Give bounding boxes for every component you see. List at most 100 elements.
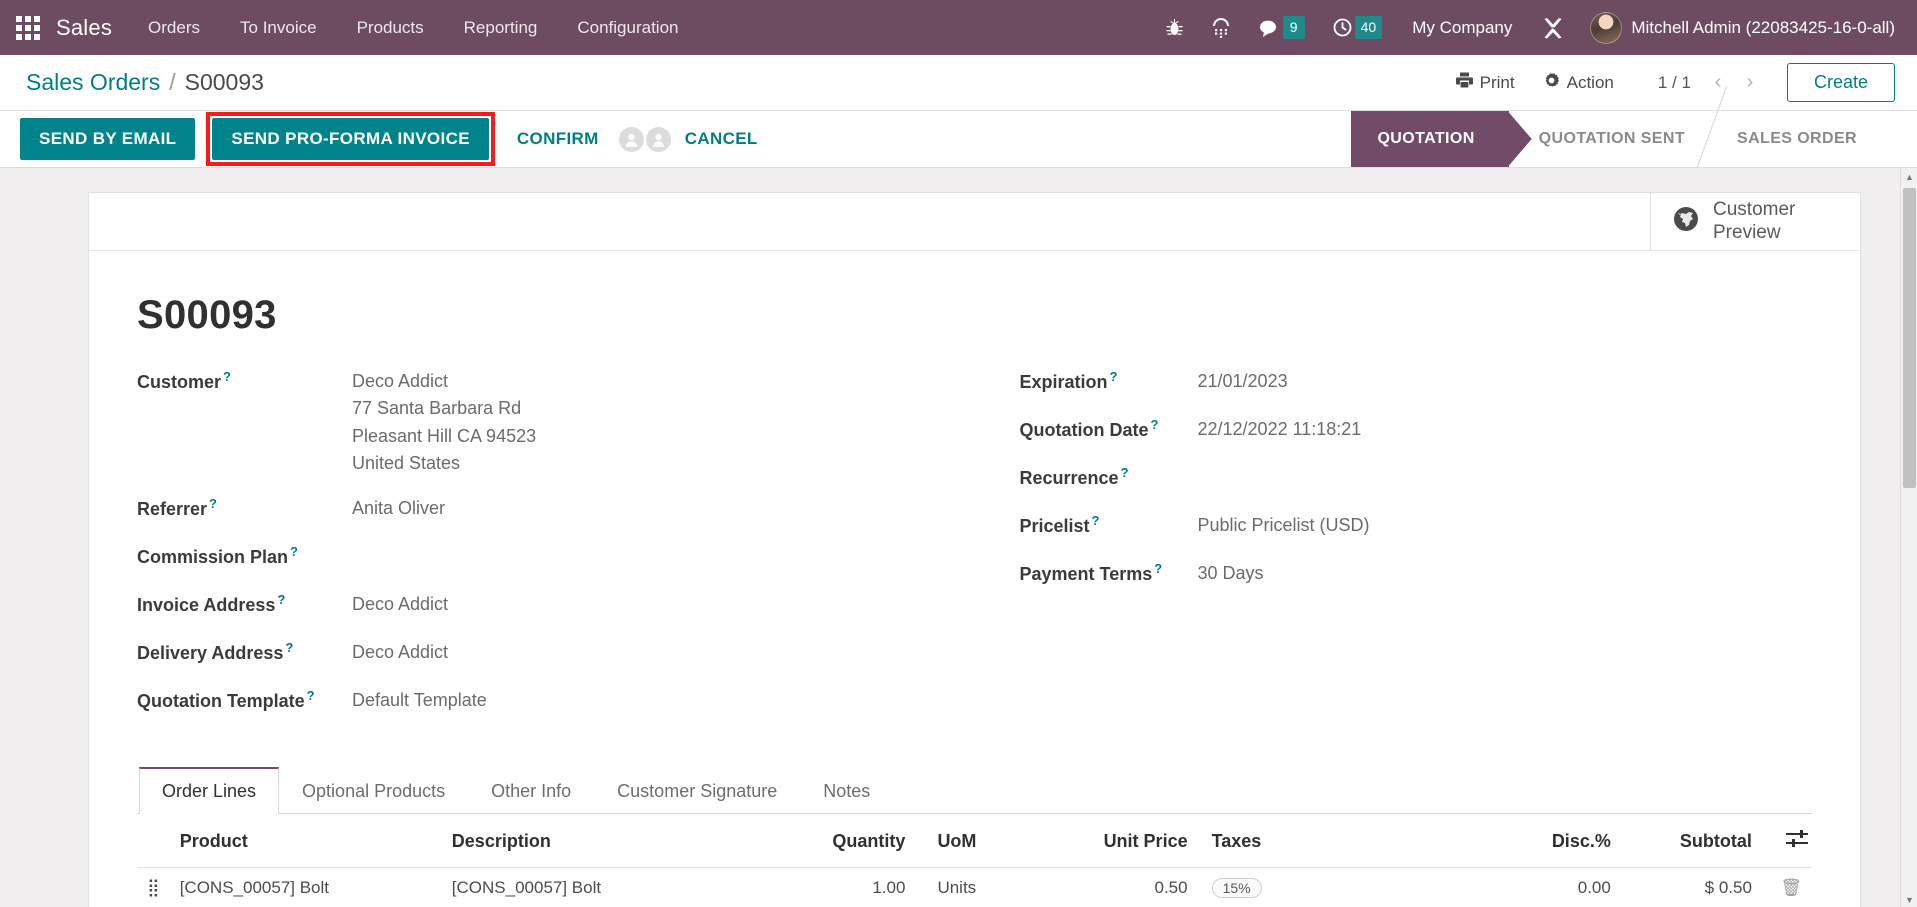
tooltip-icon[interactable]: ? <box>285 640 293 655</box>
row-drag-handle[interactable]: ⣿ <box>137 868 170 907</box>
menu-to-invoice[interactable]: To Invoice <box>220 0 337 55</box>
col-uom[interactable]: UoM <box>915 814 1047 869</box>
cell-taxes[interactable]: 15% <box>1198 868 1500 907</box>
cell-quantity[interactable]: 1.00 <box>774 868 915 907</box>
field-value-recurrence[interactable] <box>1198 464 1458 488</box>
tab-customer-signature[interactable]: Customer Signature <box>594 767 800 814</box>
menu-orders[interactable]: Orders <box>128 0 220 55</box>
create-button[interactable]: Create <box>1786 63 1895 102</box>
control-panel: Sales Orders / S00093 Print Action 1 / 1… <box>0 55 1917 111</box>
field-value-delivery-address[interactable]: Deco Addict <box>352 639 448 666</box>
col-unit-price[interactable]: Unit Price <box>1046 814 1198 869</box>
cell-discount[interactable]: 0.00 <box>1500 868 1621 907</box>
tab-optional-products[interactable]: Optional Products <box>279 767 468 814</box>
table-row[interactable]: ⣿ [CONS_00057] Bolt [CONS_00057] Bolt 1.… <box>137 868 1812 907</box>
label-text: Commission Plan <box>137 547 289 568</box>
field-value-pricelist[interactable]: Public Pricelist (USD) <box>1198 512 1370 539</box>
activities-clock-icon[interactable]: 40 <box>1321 0 1395 55</box>
col-taxes[interactable]: Taxes <box>1197 814 1500 869</box>
cell-delete-row[interactable]: 🗑 <box>1762 868 1812 907</box>
dialpad-icon[interactable] <box>1199 0 1243 55</box>
tooltip-icon[interactable]: ? <box>1121 465 1129 480</box>
col-discount[interactable]: Disc.% <box>1499 814 1621 869</box>
col-drag <box>137 814 170 869</box>
field-label-commission-plan: Commission Plan? <box>137 543 352 568</box>
stage-sales-order[interactable]: SALES ORDER <box>1707 111 1879 167</box>
field-value-quotation-template[interactable]: Default Template <box>352 687 487 714</box>
action-button[interactable]: Action <box>1529 66 1628 100</box>
tooltip-icon[interactable]: ? <box>1110 369 1118 384</box>
label-text: Pricelist <box>1019 516 1090 536</box>
tools-icon[interactable] <box>1530 0 1576 55</box>
field-value-payment-terms[interactable]: 30 Days <box>1198 560 1264 587</box>
field-referrer: Referrer? Anita Oliver <box>137 495 930 523</box>
stage-quotation-sent[interactable]: QUOTATION SENT <box>1509 111 1707 167</box>
followers-avatars <box>618 126 671 152</box>
record-sheet: Customer Preview S00093 Customer? Deco A… <box>88 192 1861 907</box>
cell-unit-price[interactable]: 0.50 <box>1046 868 1197 907</box>
tab-other-info[interactable]: Other Info <box>468 767 594 814</box>
pager-next-button[interactable]: › <box>1735 68 1765 98</box>
tooltip-icon[interactable]: ? <box>1151 417 1159 432</box>
menu-configuration[interactable]: Configuration <box>557 0 698 55</box>
app-brand-sales[interactable]: Sales <box>46 15 128 41</box>
cell-uom[interactable]: Units <box>915 868 1046 907</box>
customer-preview-label: Customer Preview <box>1713 199 1795 244</box>
printer-icon <box>1455 72 1473 93</box>
col-subtotal[interactable]: Subtotal <box>1620 814 1762 869</box>
field-value-customer[interactable]: Deco Addict 77 Santa Barbara Rd Pleasant… <box>352 368 536 477</box>
tooltip-icon[interactable]: ? <box>1092 513 1100 528</box>
company-switcher[interactable]: My Company <box>1398 18 1526 38</box>
tooltip-icon[interactable]: ? <box>307 688 315 703</box>
breadcrumb-current-record: S00093 <box>184 69 264 95</box>
scroll-up-arrow[interactable]: ▲ <box>1901 168 1917 185</box>
print-label: Print <box>1479 72 1515 92</box>
customer-preview-button[interactable]: Customer Preview <box>1650 193 1860 250</box>
messages-icon[interactable]: 9 <box>1247 0 1317 55</box>
tooltip-icon[interactable]: ? <box>277 592 285 607</box>
field-value-expiration[interactable]: 21/01/2023 <box>1198 368 1288 395</box>
user-menu[interactable]: Mitchell Admin (22083425-16-0-all) <box>1580 11 1901 44</box>
cell-description[interactable]: [CONS_00057] Bolt <box>442 868 775 907</box>
gear-icon <box>1543 72 1560 94</box>
menu-reporting[interactable]: Reporting <box>444 0 558 55</box>
tooltip-icon[interactable]: ? <box>223 369 231 384</box>
pager-previous-button[interactable]: ‹ <box>1703 68 1733 98</box>
tab-order-lines[interactable]: Order Lines <box>139 767 280 815</box>
cell-product[interactable]: [CONS_00057] Bolt <box>170 868 442 907</box>
field-value-commission-plan[interactable] <box>352 543 612 567</box>
col-quantity[interactable]: Quantity <box>774 814 916 869</box>
tooltip-icon[interactable]: ? <box>290 544 298 559</box>
page-title: S00093 <box>137 293 277 337</box>
label-text: Payment Terms <box>1019 564 1153 584</box>
confirm-button[interactable]: CONFIRM <box>503 118 613 160</box>
trash-icon: 🗑 <box>1780 878 1802 898</box>
tooltip-icon[interactable]: ? <box>209 496 217 511</box>
avatar-placeholder-2[interactable] <box>645 126 671 152</box>
scroll-down-arrow[interactable]: ▼ <box>1901 891 1917 907</box>
menu-products[interactable]: Products <box>337 0 444 55</box>
customer-preview-line-2: Preview <box>1713 221 1781 243</box>
field-value-invoice-address[interactable]: Deco Addict <box>352 591 448 618</box>
bug-icon[interactable] <box>1154 0 1195 55</box>
scrollbar-thumb[interactable] <box>1903 188 1916 488</box>
breadcrumb: Sales Orders / S00093 <box>26 69 264 96</box>
order-lines-header: Product Description Quantity UoM Unit Pr… <box>137 814 1812 869</box>
vertical-scrollbar[interactable]: ▲ ▼ <box>1900 168 1917 907</box>
field-value-quotation-date[interactable]: 22/12/2022 11:18:21 <box>1198 416 1362 443</box>
breadcrumb-sales-orders[interactable]: Sales Orders <box>26 69 160 96</box>
stage-quotation[interactable]: QUOTATION <box>1351 111 1509 167</box>
tooltip-icon[interactable]: ? <box>1154 561 1162 576</box>
globe-icon <box>1673 206 1699 237</box>
tab-notes[interactable]: Notes <box>800 767 893 814</box>
col-product[interactable]: Product <box>169 814 442 869</box>
col-description[interactable]: Description <box>441 814 775 869</box>
col-optional-toggle[interactable] <box>1761 814 1812 869</box>
apps-grid-icon[interactable] <box>0 0 46 55</box>
field-value-referrer[interactable]: Anita Oliver <box>352 495 445 522</box>
print-button[interactable]: Print <box>1442 66 1529 99</box>
send-by-email-button[interactable]: SEND BY EMAIL <box>20 118 196 160</box>
avatar-placeholder-1[interactable] <box>618 126 644 152</box>
send-pro-forma-invoice-button[interactable]: SEND PRO-FORMA INVOICE <box>212 118 489 160</box>
cancel-button[interactable]: CANCEL <box>671 118 772 160</box>
